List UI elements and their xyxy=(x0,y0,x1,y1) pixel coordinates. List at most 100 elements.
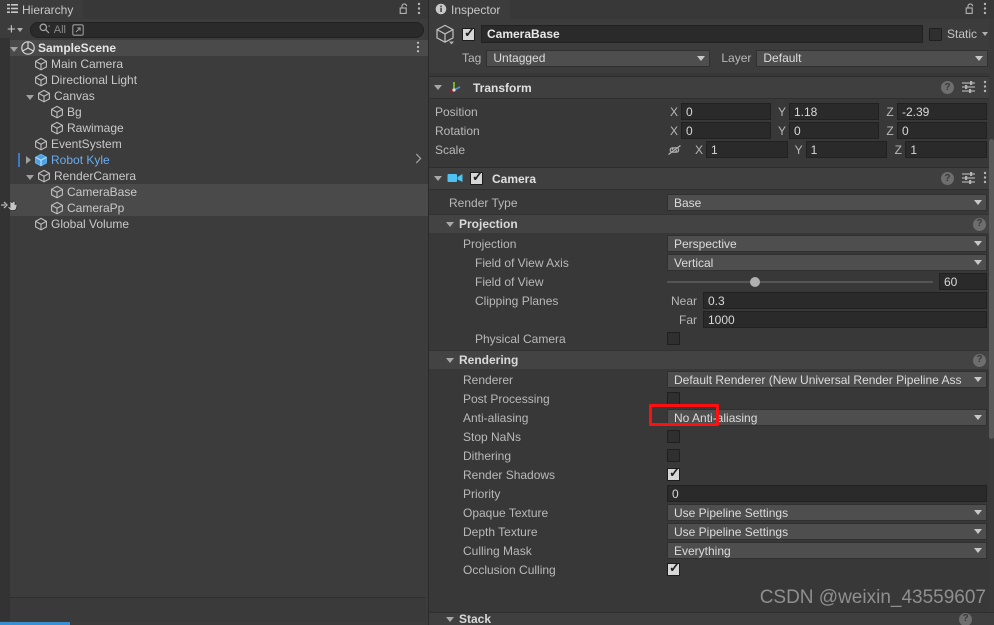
clipping-near-input[interactable]: 0.3 xyxy=(703,292,987,309)
occlusion-culling-checkbox[interactable] xyxy=(667,561,680,576)
hierarchy-item-samplescene[interactable]: SampleScene xyxy=(0,40,428,56)
transform-rotation-x[interactable]: X0 xyxy=(667,122,771,139)
stop-nans-checkbox[interactable] xyxy=(667,430,680,443)
help-icon[interactable]: ? xyxy=(959,613,972,625)
culling-mask-dropdown[interactable]: Everything xyxy=(667,542,987,559)
help-icon[interactable]: ? xyxy=(941,81,954,94)
panel-divider[interactable] xyxy=(428,0,429,625)
hierarchy-item-camerabase[interactable]: CameraBase xyxy=(0,184,428,200)
layer-dropdown[interactable]: Default xyxy=(756,49,988,67)
transform-position-x[interactable]: X0 xyxy=(667,103,771,120)
preset-settings-icon[interactable] xyxy=(962,80,975,95)
hierarchy-item-global-volume[interactable]: Global Volume xyxy=(0,216,428,232)
transform-scale-z[interactable]: Z1 xyxy=(891,141,988,158)
transform-position-z[interactable]: Z -2.39 xyxy=(883,103,987,120)
transform-component-header[interactable]: Transform ? xyxy=(428,77,994,99)
hierarchy-item-main-camera[interactable]: Main Camera xyxy=(0,56,428,72)
help-icon[interactable]: ? xyxy=(973,217,986,231)
chevron-down-icon xyxy=(974,548,982,553)
foldout-arrow-icon[interactable] xyxy=(446,221,454,227)
preset-settings-icon[interactable] xyxy=(962,171,975,186)
transform-scale-x[interactable]: X1 xyxy=(692,141,788,158)
transform-rotation-y-input[interactable]: 0 xyxy=(789,122,879,139)
tab-hierarchy[interactable]: Hierarchy xyxy=(0,0,84,19)
projection-section-header[interactable]: Projection? xyxy=(428,214,994,233)
render-shadows-checkbox[interactable] xyxy=(667,466,680,481)
transform-scale-x-input[interactable]: 1 xyxy=(706,141,788,158)
gameobject-enabled-checkbox[interactable] xyxy=(462,26,475,41)
priority-input[interactable]: 0 xyxy=(667,485,987,502)
stack-section-header[interactable]: Stack ? xyxy=(428,612,994,625)
constrain-proportions-off-icon[interactable] xyxy=(667,144,682,156)
inspector-scrollbar-thumb[interactable] xyxy=(989,139,994,439)
static-checkbox[interactable] xyxy=(928,27,942,41)
static-dropdown-icon[interactable] xyxy=(982,32,988,36)
tag-dropdown[interactable]: Untagged xyxy=(486,49,711,67)
transform-position-x-input[interactable]: 0 xyxy=(681,103,771,120)
gameobject-name-input[interactable]: CameraBase xyxy=(481,25,923,43)
transform-position-z-input[interactable]: -2.39 xyxy=(897,103,987,120)
hierarchy-item-canvas[interactable]: Canvas xyxy=(0,88,428,104)
kebab-menu-icon[interactable] xyxy=(983,80,987,95)
kebab-menu-icon[interactable] xyxy=(983,2,987,17)
transform-scale-y-input[interactable]: 1 xyxy=(805,141,888,158)
foldout-arrow-icon[interactable] xyxy=(26,174,34,180)
hierarchy-item-bg[interactable]: Bg xyxy=(0,104,428,120)
transform-rotation-z[interactable]: Z0 xyxy=(883,122,987,139)
field-of-view-slider[interactable]: 60 xyxy=(667,273,987,290)
prefab-cube-icon xyxy=(34,153,48,167)
camera-component-header[interactable]: Camera ? xyxy=(428,168,994,190)
projection-dropdown[interactable]: Perspective xyxy=(667,235,987,252)
transform-position-y[interactable]: Y 1.18 xyxy=(775,103,879,120)
foldout-arrow-icon[interactable] xyxy=(10,46,18,52)
foldout-arrow-icon[interactable] xyxy=(434,176,442,181)
camera-enabled-checkbox[interactable] xyxy=(470,170,483,185)
chevron-right-icon[interactable] xyxy=(415,153,428,167)
tab-inspector[interactable]: Inspector xyxy=(428,0,511,19)
renderer-dropdown[interactable]: Default Renderer (New Universal Render P… xyxy=(667,371,987,388)
transform-scale-z-input[interactable]: 1 xyxy=(905,141,988,158)
kebab-menu-icon[interactable] xyxy=(416,41,428,56)
foldout-arrow-icon[interactable] xyxy=(434,85,442,90)
opaque-texture-dropdown[interactable]: Use Pipeline Settings xyxy=(667,504,987,521)
post-processing-checkbox[interactable] xyxy=(667,392,680,405)
render-type-dropdown[interactable]: Base xyxy=(667,194,987,211)
slider-handle[interactable] xyxy=(749,276,760,287)
rendering-section-header[interactable]: Rendering? xyxy=(428,350,994,369)
depth-texture-dropdown[interactable]: Use Pipeline Settings xyxy=(667,523,987,540)
transform-rotation-z-input[interactable]: 0 xyxy=(897,122,987,139)
open-padlock-icon[interactable] xyxy=(399,2,410,17)
kebab-menu-icon[interactable] xyxy=(983,171,987,186)
hierarchy-item-robot-kyle[interactable]: Robot Kyle xyxy=(0,152,428,168)
foldout-arrow-icon[interactable] xyxy=(26,94,34,100)
clipping-far-input[interactable]: 1000 xyxy=(703,311,987,328)
transform-rotation-y[interactable]: Y0 xyxy=(775,122,879,139)
transform-rotation-x-input[interactable]: 0 xyxy=(681,122,771,139)
foldout-arrow-icon[interactable] xyxy=(446,357,454,363)
hierarchy-item-eventsystem[interactable]: EventSystem xyxy=(0,136,428,152)
dithering-checkbox[interactable] xyxy=(667,449,680,462)
hierarchy-item-directional-light[interactable]: Directional Light xyxy=(0,72,428,88)
anti-aliasing-dropdown[interactable]: No Anti-aliasing xyxy=(667,409,987,426)
kebab-menu-icon[interactable] xyxy=(417,2,421,17)
slider-track[interactable] xyxy=(667,276,933,287)
chevron-down-icon xyxy=(974,377,982,382)
create-gameobject-button[interactable]: + xyxy=(4,21,26,38)
field-of-view-input[interactable]: 60 xyxy=(939,273,987,290)
physical-camera-checkbox[interactable] xyxy=(667,332,680,345)
field-of-view-axis-dropdown[interactable]: Vertical xyxy=(667,254,987,271)
open-padlock-icon[interactable] xyxy=(965,2,976,17)
transform-scale-y[interactable]: Y1 xyxy=(792,141,888,158)
hierarchy-item-rawimage[interactable]: Rawimage xyxy=(0,120,428,136)
foldout-arrow-icon[interactable] xyxy=(446,616,454,622)
hierarchy-tree[interactable]: SampleScene Main Camera Directional Light C… xyxy=(0,40,428,625)
inspector-scrollbar[interactable] xyxy=(989,19,994,625)
hierarchy-search-input[interactable]: All xyxy=(29,21,424,38)
transform-position-y-input[interactable]: 1.18 xyxy=(789,103,879,120)
foldout-arrow-icon[interactable] xyxy=(26,156,31,164)
hierarchy-item-rendercamera[interactable]: RenderCamera xyxy=(0,168,428,184)
help-icon[interactable]: ? xyxy=(941,172,954,185)
open-in-new-icon[interactable] xyxy=(70,22,86,38)
hierarchy-item-camerapp[interactable]: CameraPp xyxy=(0,200,428,216)
help-icon[interactable]: ? xyxy=(973,353,986,367)
